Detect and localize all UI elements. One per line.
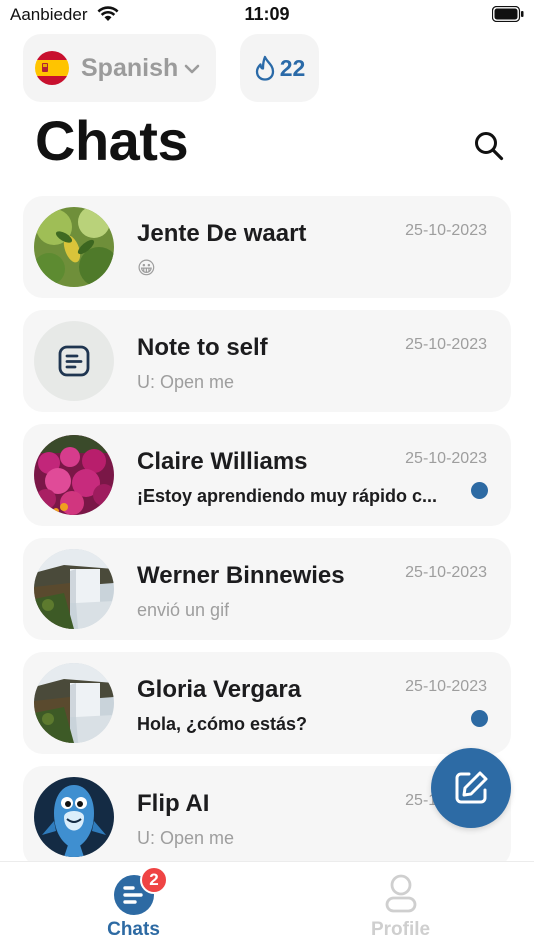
search-icon [475,132,504,161]
note-icon [58,345,90,377]
chat-date: 25-10-2023 [405,222,487,239]
avatar [34,207,114,287]
chat-preview: Hola, ¿cómo estás? [137,714,308,734]
streak-count: 22 [279,54,306,81]
chat-item-jente-de-waart[interactable]: Jente De waart 25-10-2023 😀 [23,196,511,298]
chat-preview: envió un gif [137,600,230,620]
tab-chats[interactable]: 2 Chats [0,862,267,950]
chat-name: Gloria Vergara [137,676,302,703]
status-time: 11:09 [244,4,290,24]
streak-counter[interactable]: 22 [240,34,319,102]
status-bar: Aanbieder 11:09 [0,0,534,30]
avatar [34,321,114,401]
tab-label: Profile [370,919,431,940]
chat-name: Note to self [137,334,268,361]
chat-date: 25-10-2023 [405,450,487,467]
chat-preview: 😀 [137,258,156,278]
avatar [34,777,114,857]
chat-name: Flip AI [137,790,210,817]
chat-item-gloria-vergara[interactable]: Gloria Vergara 25-10-2023 Hola, ¿cómo es… [23,652,511,754]
flame-icon [255,55,274,81]
language-selector[interactable]: Spanish [23,34,216,102]
spain-flag-icon [35,51,69,85]
page-title: Chats [35,109,189,172]
chat-preview: U: Open me [137,828,235,848]
tab-bar: 2 Chats Profile [0,861,534,950]
avatar [34,663,114,743]
chat-name: Claire Williams [137,448,308,475]
battery-icon [492,6,524,22]
chat-preview: ¡Estoy aprendiendo muy rápido c... [137,486,438,506]
chat-name: Jente De waart [137,220,307,247]
chat-preview: U: Open me [137,372,235,392]
dolphin-mascot-icon [34,777,114,857]
chat-name: Werner Binnewies [137,562,345,589]
profile-icon [385,874,416,913]
chat-item-claire-williams[interactable]: Claire Williams 25-10-2023 ¡Estoy aprend… [23,424,511,526]
avatar [34,549,114,629]
tab-label: Chats [107,919,160,940]
tab-profile[interactable]: Profile [267,862,534,950]
chat-item-werner-binnewies[interactable]: Werner Binnewies 25-10-2023 envió un gif [23,538,511,640]
search-button[interactable] [468,125,510,167]
chat-date: 25-10-2023 [405,564,487,581]
unread-dot [471,482,488,499]
new-chat-button[interactable] [431,748,511,828]
unread-badge: 2 [140,866,168,894]
avatar [34,435,114,515]
unread-dot [471,710,488,727]
chevron-down-icon [184,64,200,74]
language-label: Spanish [81,53,179,82]
chat-date: 25-10-2023 [405,336,487,353]
chat-date: 25-10-2023 [405,678,487,695]
chat-item-note-to-self[interactable]: Note to self 25-10-2023 U: Open me [23,310,511,412]
compose-icon [455,771,488,804]
